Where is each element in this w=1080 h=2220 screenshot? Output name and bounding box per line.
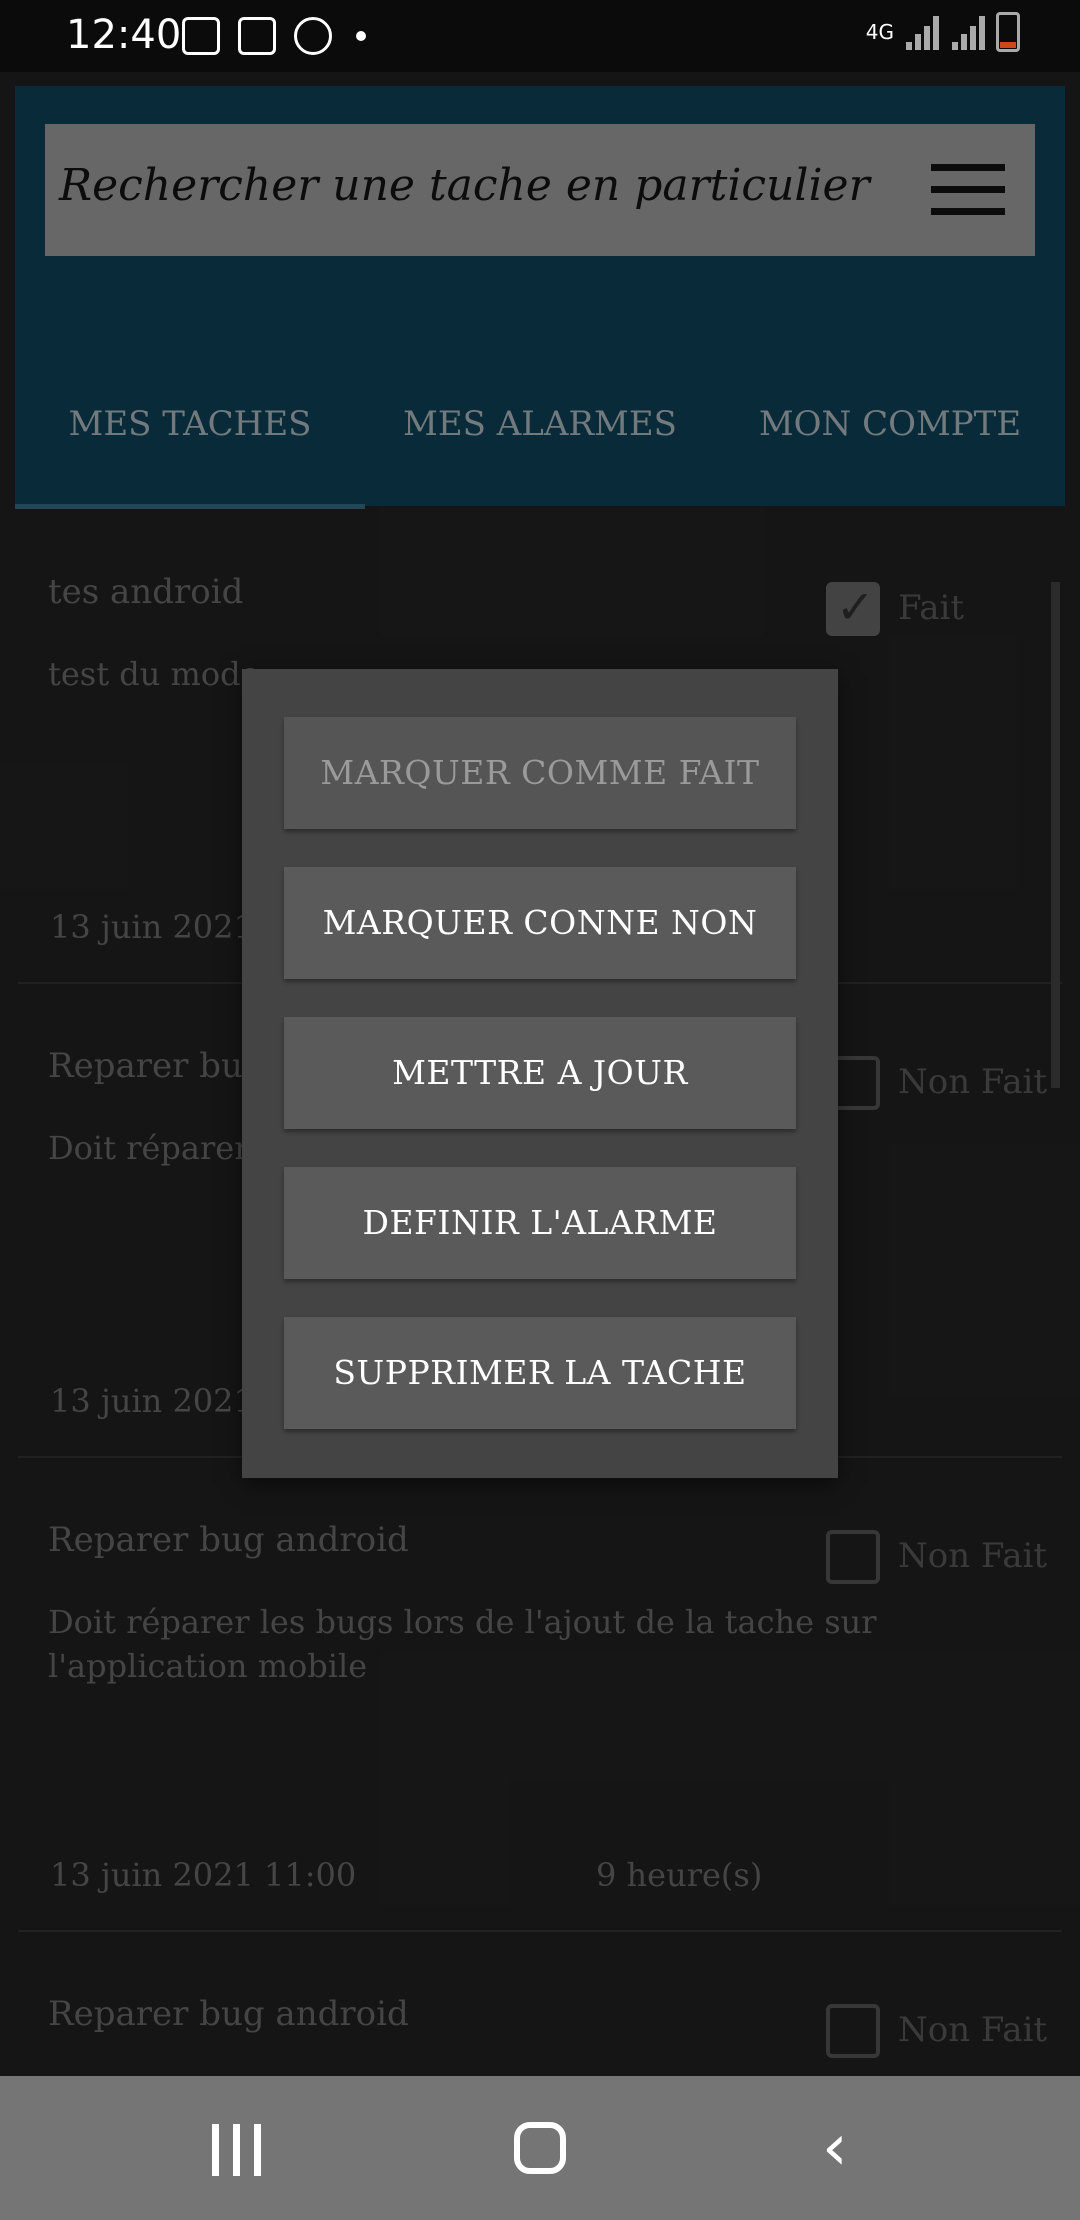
status-time: 12:40 — [66, 12, 182, 58]
delete-task-button[interactable]: SUPPRIMER LA TACHE — [284, 1317, 796, 1429]
notification-icons — [182, 14, 366, 58]
app-v-icon — [238, 17, 276, 55]
update-button[interactable]: METTRE A JOUR — [284, 1017, 796, 1129]
task-actions-dialog: MARQUER COMME FAIT MARQUER CONNE NON FAI… — [242, 669, 838, 1478]
home-icon[interactable] — [514, 2122, 566, 2174]
set-alarm-button[interactable]: DEFINIR L'ALARME — [284, 1167, 796, 1279]
system-nav-bar: ‹ — [0, 2076, 1080, 2220]
mark-not-done-button[interactable]: MARQUER CONNE NON FAIT — [284, 867, 796, 1054]
back-icon[interactable]: ‹ — [822, 2116, 848, 2180]
signal-icon — [904, 14, 940, 50]
battery-icon — [996, 12, 1020, 52]
sync-icon — [294, 17, 332, 55]
image-icon — [182, 17, 220, 55]
status-right: 4G — [866, 12, 1020, 52]
recents-icon[interactable] — [212, 2124, 262, 2176]
signal-icon-2 — [950, 14, 986, 50]
network-type: 4G — [865, 20, 894, 44]
more-notifications-icon — [356, 31, 366, 41]
mark-done-button[interactable]: MARQUER COMME FAIT — [284, 717, 796, 829]
status-bar: 12:40 4G — [0, 0, 1080, 72]
